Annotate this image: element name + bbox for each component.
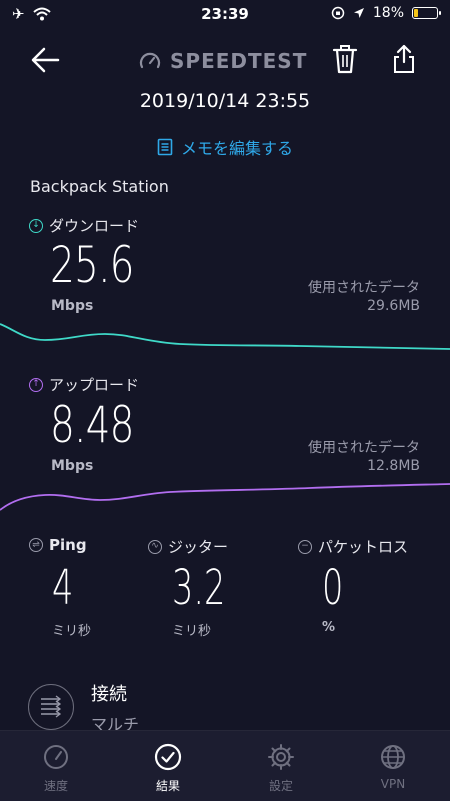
- download-label-row: ↓ ダウンロード: [29, 215, 139, 236]
- checkmark-icon: [154, 743, 182, 771]
- download-data-used-label: 使用されたデータ: [308, 280, 420, 296]
- download-unit: Mbps: [51, 298, 94, 314]
- tab-speed-label: 速度: [43, 779, 68, 793]
- result-date: 2019/10/14 23:55: [139, 90, 311, 112]
- packet-loss-value: 0: [322, 560, 344, 616]
- globe-icon: [381, 745, 405, 769]
- jitter-value: 3.2: [172, 560, 226, 616]
- tab-settings-label: 設定: [268, 779, 293, 793]
- ping-label-row: ⇌ Ping: [29, 536, 87, 554]
- ping-icon: ⇌: [29, 538, 43, 552]
- speedtest-logo: SPEEDTEST: [138, 46, 318, 76]
- upload-label-row: ↑ アップロード: [29, 374, 139, 395]
- rotation-lock-icon: [331, 6, 345, 20]
- tab-vpn[interactable]: VPN: [348, 731, 438, 801]
- packet-loss-label: パケットロス: [318, 538, 409, 556]
- download-value: 25.6: [50, 236, 134, 294]
- packet-loss-icon: −: [298, 539, 312, 554]
- tab-bar: 速度 結果 設定 VPN: [0, 730, 450, 801]
- tab-results[interactable]: 結果: [123, 731, 213, 801]
- gear-icon: [268, 744, 294, 770]
- ping-label: Ping: [49, 536, 87, 554]
- edit-memo-label: メモを編集する: [180, 139, 293, 158]
- network-name: Backpack Station: [30, 177, 169, 196]
- status-bar: ✈ 23:39 18%: [0, 0, 450, 30]
- status-right-icons: 18%: [331, 5, 441, 21]
- packet-loss-unit: %: [322, 620, 336, 635]
- edit-memo-link[interactable]: メモを編集する: [0, 135, 450, 159]
- download-label: ダウンロード: [49, 217, 140, 235]
- ping-unit: ミリ秒: [52, 624, 92, 639]
- speedtest-gauge-icon: [139, 52, 161, 69]
- note-icon: [157, 138, 173, 156]
- connections-icon: [28, 684, 74, 730]
- tab-results-label: 結果: [155, 779, 180, 793]
- upload-data-used: 12.8MB: [367, 458, 420, 474]
- share-icon[interactable]: [390, 42, 418, 76]
- location-arrow-icon: [353, 8, 364, 18]
- upload-unit: Mbps: [51, 458, 94, 474]
- jitter-label-row: ∿ ジッター: [148, 536, 228, 557]
- upload-data-used-label: 使用されたデータ: [308, 440, 420, 456]
- jitter-label: ジッター: [168, 538, 229, 556]
- upload-value: 8.48: [50, 396, 134, 454]
- download-data-used: 29.6MB: [367, 298, 420, 314]
- logo-text: SPEEDTEST: [170, 49, 308, 73]
- download-icon: ↓: [29, 218, 43, 233]
- speedometer-icon: [44, 745, 68, 769]
- tab-settings[interactable]: 設定: [236, 731, 326, 801]
- packet-loss-label-row: − パケットロス: [298, 536, 408, 557]
- battery-icon: [412, 7, 441, 19]
- back-arrow-icon[interactable]: [28, 42, 64, 78]
- jitter-unit: ミリ秒: [172, 624, 212, 639]
- trash-icon[interactable]: [330, 42, 360, 76]
- battery-percent: 18%: [372, 5, 404, 21]
- connection-title: 接続: [91, 684, 127, 705]
- download-speed-graph: [0, 323, 450, 350]
- ping-value: 4: [52, 560, 74, 616]
- upload-icon: ↑: [29, 377, 43, 392]
- upload-label: アップロード: [49, 376, 140, 394]
- upload-speed-graph: [0, 483, 450, 511]
- tab-speed[interactable]: 速度: [11, 731, 101, 801]
- tab-vpn-label: VPN: [380, 777, 406, 791]
- jitter-icon: ∿: [148, 539, 162, 554]
